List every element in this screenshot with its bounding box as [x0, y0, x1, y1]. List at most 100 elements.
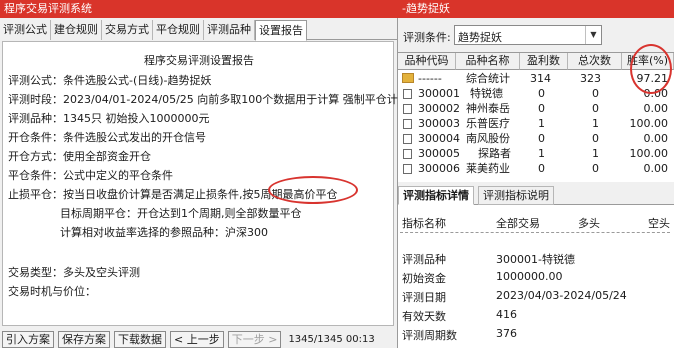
report-line-stocks: 评测品种：1345只 初始投入1000000元 — [8, 112, 210, 125]
row-checkbox[interactable] — [403, 119, 412, 129]
report-line-period: 评测时段：2023/04/01-2024/05/25 向前多取100个数据用于计… — [8, 93, 431, 106]
save-plan-button[interactable]: 保存方案 — [58, 330, 110, 348]
cell-profit: 0 — [538, 162, 545, 175]
chevron-down-icon[interactable]: ▼ — [585, 26, 601, 44]
bottom-toolbar: 引入方案 保存方案 下载数据 < 上一步 下一步 > 1345/1345 00:… — [0, 330, 398, 348]
tab-close-rules[interactable]: 平仓规则 — [153, 20, 204, 40]
column-header-total[interactable]: 总次数 — [568, 53, 622, 70]
import-plan-button[interactable]: 引入方案 — [2, 330, 54, 348]
report-line-formula: 评测公式：条件选股公式-(日线)-趋势捉妖 — [8, 74, 212, 87]
report-line-close-cond: 平仓条件：公式中定义的平仓条件 — [8, 169, 173, 182]
row-checkbox[interactable] — [403, 89, 412, 99]
detail-header-long: 多头 — [578, 217, 600, 230]
tab-trade-mode[interactable]: 交易方式 — [102, 20, 153, 40]
cell-name: 莱美药业 — [466, 162, 510, 175]
detail-value: 416 — [496, 308, 517, 321]
tab-formula[interactable]: 评测公式 — [0, 20, 51, 40]
cell-code: 300004 — [418, 132, 460, 145]
condition-value: 趋势捉妖 — [458, 31, 502, 44]
cell-profit: 0 — [538, 132, 545, 145]
detail-header-all: 全部交易 — [496, 217, 540, 230]
detail-value: 1000000.00 — [496, 270, 563, 283]
cell-code: 300001 — [418, 87, 460, 100]
result-window-title: -趋势捉妖 — [398, 0, 674, 18]
highlight-ellipse — [268, 176, 358, 204]
detail-value: 2023/04/03-2024/05/24 — [496, 289, 627, 302]
cell-name: 特锐德 — [470, 87, 503, 100]
report-line-trade-timing: 交易时机与价位： — [8, 285, 96, 298]
cell-total: 1 — [592, 117, 599, 130]
cell-code: 300003 — [418, 117, 460, 130]
row-checkbox[interactable] — [403, 134, 412, 144]
next-step-button[interactable]: 下一步 > — [227, 330, 282, 348]
cell-name: 南风股份 — [466, 132, 510, 145]
cell-code: 300005 — [418, 147, 460, 160]
column-header-name[interactable]: 品种名称 — [456, 53, 520, 70]
test-window: 程序交易评测系统 评测公式 建仓规则 交易方式 平仓规则 评测品种 设置报告 程… — [0, 0, 431, 348]
detail-label: 评测周期数 — [402, 329, 457, 342]
detail-label: 评测品种 — [402, 253, 446, 266]
cell-profit: 314 — [530, 72, 551, 85]
result-window: -趋势捉妖 评测条件: 趋势捉妖 ▼ 品种代码 品种名称 盈利数 总次数 胜率(… — [398, 0, 674, 348]
column-header-code[interactable]: 品种代码 — [398, 53, 456, 70]
cell-total: 0 — [592, 132, 599, 145]
report-line-target-period: 目标周期平仓：开仓达到1个周期,则全部数量平仓 — [60, 207, 302, 220]
tab-settings-report[interactable]: 设置报告 — [255, 20, 307, 41]
tab-test-stocks[interactable]: 评测品种 — [204, 20, 255, 40]
detail-panel: 指标名称 全部交易 多头 空头 评测品种 300001-特锐德 初始资金 100… — [398, 205, 674, 348]
report-line-open-mode: 开仓方式：使用全部资金开仓 — [8, 150, 151, 163]
cell-total: 0 — [592, 87, 599, 100]
cell-name: 综合统计 — [466, 72, 510, 85]
report-title: 程序交易评测设置报告 — [144, 54, 254, 67]
table-row[interactable]: 300002 神州泰岳 0 0 0.00 — [398, 101, 674, 116]
table-row[interactable]: 300001 特锐德 0 0 0.00 — [398, 86, 674, 101]
settings-tabs: 评测公式 建仓规则 交易方式 平仓规则 评测品种 设置报告 — [0, 20, 398, 41]
cell-profit: 0 — [538, 102, 545, 115]
table-row[interactable]: 300005 探路者 1 1 100.00 — [398, 146, 674, 161]
column-header-profit[interactable]: 盈利数 — [520, 53, 568, 70]
tab-open-rules[interactable]: 建仓规则 — [51, 20, 102, 40]
window-title: 程序交易评测系统 — [0, 0, 398, 18]
detail-value: 300001-特锐德 — [496, 253, 575, 266]
report-line-trade-type: 交易类型：多头及空头评测 — [8, 266, 140, 279]
winrate-highlight-ellipse — [630, 44, 672, 94]
cell-total: 0 — [592, 162, 599, 175]
tab-indicator-details[interactable]: 评测指标详情 — [398, 186, 474, 205]
detail-label: 有效天数 — [402, 310, 446, 323]
cell-winrate: 100.00 — [629, 117, 669, 130]
cell-profit: 1 — [538, 117, 545, 130]
cell-total: 323 — [580, 72, 601, 85]
cell-winrate: 0.00 — [643, 162, 669, 175]
table-row[interactable]: 300004 南风股份 0 0 0.00 — [398, 131, 674, 146]
download-data-button[interactable]: 下载数据 — [114, 330, 166, 348]
cell-name: 神州泰岳 — [466, 102, 510, 115]
row-checkbox[interactable] — [403, 104, 412, 114]
row-checkbox[interactable] — [403, 164, 412, 174]
cell-winrate: 0.00 — [643, 102, 669, 115]
folder-icon — [402, 73, 414, 83]
detail-header-short: 空头 — [648, 217, 670, 230]
condition-label: 评测条件: — [403, 31, 451, 44]
condition-select[interactable]: 趋势捉妖 ▼ — [454, 25, 602, 45]
table-row[interactable]: 300003 乐普医疗 1 1 100.00 — [398, 116, 674, 131]
cell-winrate: 0.00 — [643, 132, 669, 145]
row-checkbox[interactable] — [403, 149, 412, 159]
detail-label: 初始资金 — [402, 272, 446, 285]
report-line-open-cond: 开仓条件：条件选股公式发出的开仓信号 — [8, 131, 206, 144]
report-line-benchmark: 计算相对收益率选择的参照品种：沪深300 — [60, 226, 268, 239]
detail-header-name: 指标名称 — [402, 217, 446, 230]
tab-indicator-help[interactable]: 评测指标说明 — [478, 186, 554, 205]
cell-profit: 0 — [538, 87, 545, 100]
detail-tabs: 评测指标详情 评测指标说明 — [398, 186, 674, 205]
prev-step-button[interactable]: < 上一步 — [170, 330, 224, 348]
cell-total: 1 — [592, 147, 599, 160]
detail-label: 评测日期 — [402, 291, 446, 304]
cell-name: 探路者 — [478, 147, 511, 160]
table-row[interactable]: 300006 莱美药业 0 0 0.00 — [398, 161, 674, 176]
cell-code: ------ — [418, 72, 442, 85]
detail-divider — [400, 232, 670, 233]
cell-code: 300006 — [418, 162, 460, 175]
progress-status: 1345/1345 00:13 — [288, 333, 375, 345]
cell-name: 乐普医疗 — [466, 117, 510, 130]
cell-code: 300002 — [418, 102, 460, 115]
